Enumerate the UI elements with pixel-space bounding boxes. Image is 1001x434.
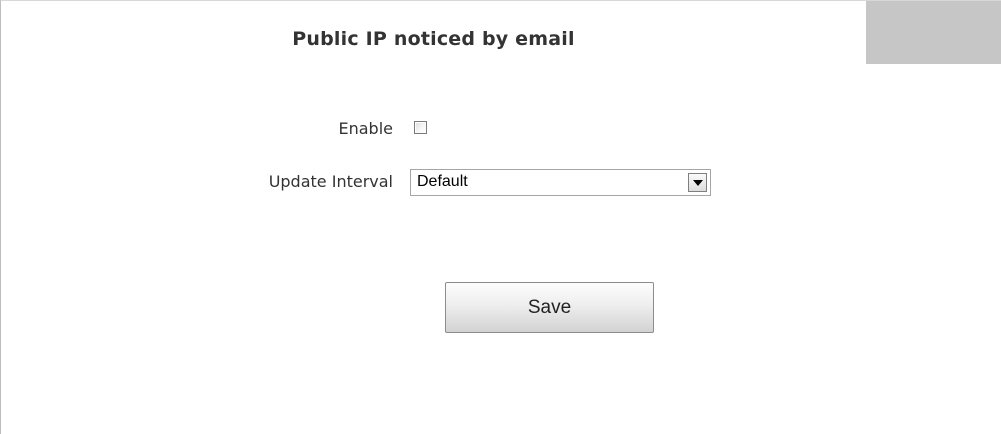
page-title: Public IP noticed by email: [292, 28, 575, 50]
settings-panel: Public IP noticed by email Enable Update…: [0, 0, 1001, 434]
enable-checkbox[interactable]: [414, 121, 427, 134]
header-corner-tab: [866, 1, 1001, 64]
update-interval-label: Update Interval: [268, 172, 393, 191]
enable-label: Enable: [338, 119, 394, 138]
chevron-down-icon[interactable]: [688, 173, 707, 192]
save-button[interactable]: Save: [445, 282, 654, 333]
update-interval-value: Default: [417, 173, 468, 190]
update-interval-select[interactable]: Default: [410, 169, 711, 196]
